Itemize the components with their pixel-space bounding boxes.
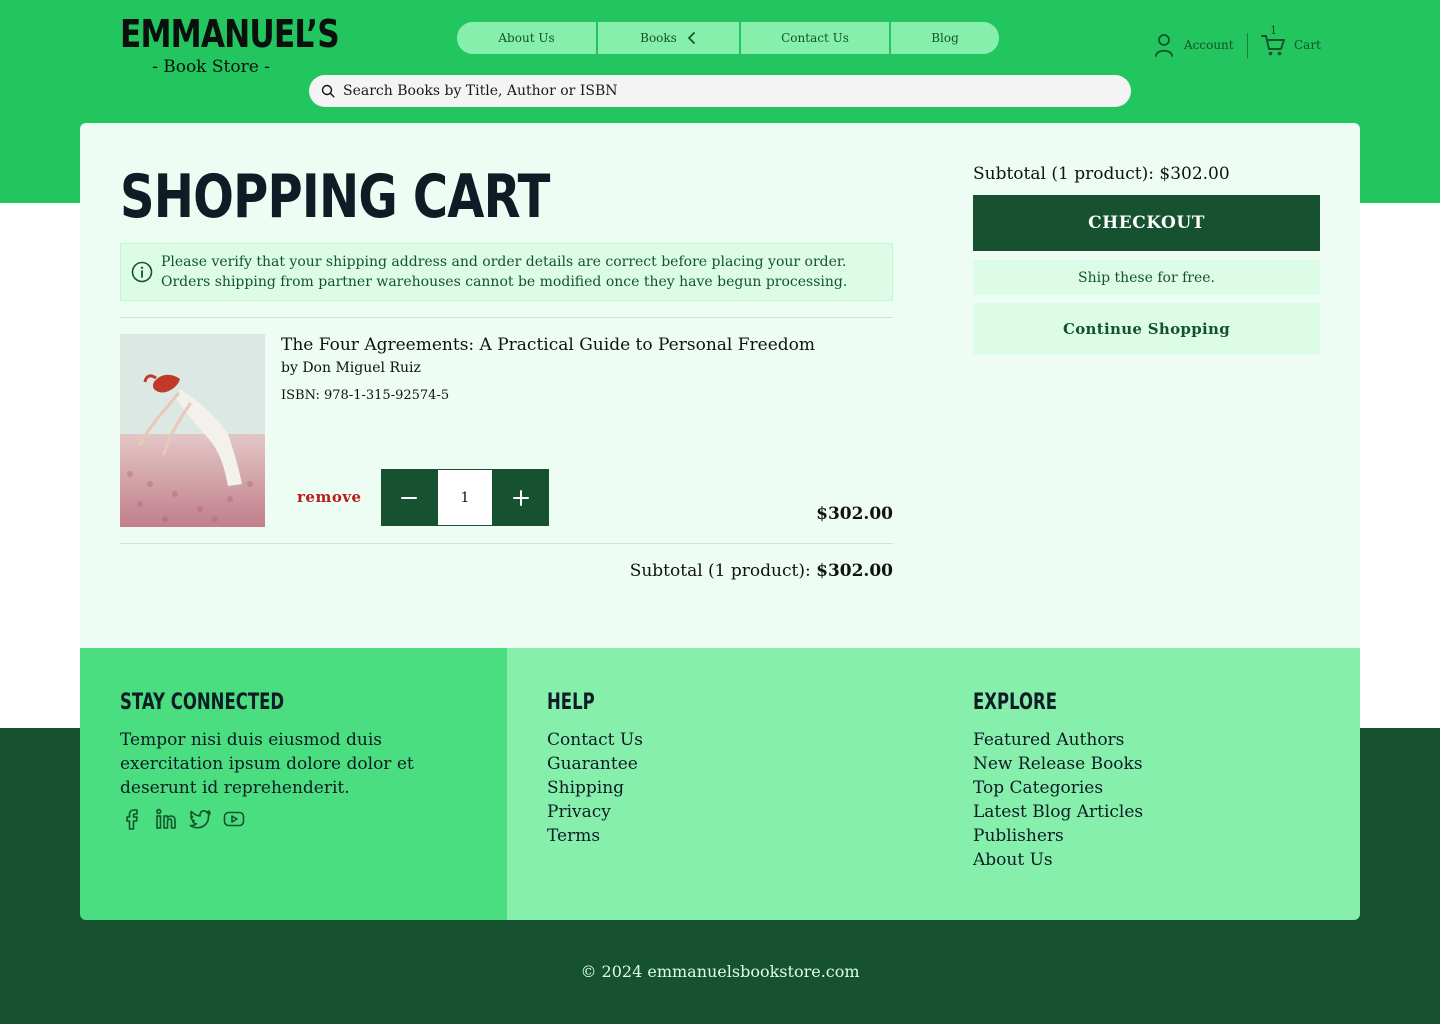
divider xyxy=(120,543,893,544)
cart-link[interactable]: Cart xyxy=(1260,33,1321,57)
footer-link-privacy[interactable]: Privacy xyxy=(547,800,643,824)
order-notice: Please verify that your shipping address… xyxy=(120,243,893,301)
nav-about-us-label: About Us xyxy=(498,31,555,45)
nav-about-us[interactable]: About Us xyxy=(457,22,598,54)
twitter-icon[interactable] xyxy=(188,807,212,831)
footer-link-top-categories[interactable]: Top Categories xyxy=(973,776,1143,800)
nav-blog-label: Blog xyxy=(931,31,959,45)
continue-shopping-button[interactable]: Continue Shopping xyxy=(973,303,1320,355)
youtube-icon[interactable] xyxy=(222,807,246,831)
item-price: $302.00 xyxy=(816,504,893,524)
chevron-left-icon xyxy=(687,32,695,44)
footer-link-about-us[interactable]: About Us xyxy=(973,848,1143,872)
notice-line-2: Orders shipping from partner warehouses … xyxy=(161,274,848,290)
page-title: Shopping Cart xyxy=(120,162,550,232)
footer-link-latest-blog-articles[interactable]: Latest Blog Articles xyxy=(973,800,1143,824)
footer-link-guarantee[interactable]: Guarantee xyxy=(547,752,643,776)
quantity-stepper xyxy=(381,469,549,526)
product-author: by Don Miguel Ruiz xyxy=(281,360,421,376)
footer-explore-links: Featured Authors New Release Books Top C… xyxy=(973,728,1143,872)
cart-icon xyxy=(1261,35,1285,56)
cart-subtotal-label: Subtotal (1 product): xyxy=(629,561,811,581)
notice-line-1: Please verify that your shipping address… xyxy=(161,254,847,270)
cart-subtotal-value: $302.00 xyxy=(816,561,893,581)
nav-contact-us-label: Contact Us xyxy=(781,31,849,45)
info-icon xyxy=(131,261,153,283)
logo-subtitle: - Book Store - xyxy=(152,57,270,77)
logo-title: EMMANUEL’S xyxy=(119,12,340,56)
footer-link-publishers[interactable]: Publishers xyxy=(973,824,1143,848)
footer-link-terms[interactable]: Terms xyxy=(547,824,643,848)
plus-icon xyxy=(513,489,529,506)
footer-link-new-release-books[interactable]: New Release Books xyxy=(973,752,1143,776)
book-cover-image[interactable] xyxy=(120,334,265,527)
book-cover-art xyxy=(120,334,265,527)
nav-books-label: Books xyxy=(640,31,677,45)
footer-link-featured-authors[interactable]: Featured Authors xyxy=(973,728,1143,752)
search-bar xyxy=(309,75,1131,107)
account-link[interactable]: Account xyxy=(1154,33,1234,57)
product-isbn: ISBN: 978-1-315-92574-5 xyxy=(281,388,450,403)
notice-text: Please verify that your shipping address… xyxy=(161,252,847,292)
nav-books[interactable]: Books xyxy=(598,22,741,54)
user-icon xyxy=(1155,34,1173,57)
summary-subtotal: Subtotal (1 product): $302.00 xyxy=(973,164,1230,184)
search-input[interactable] xyxy=(343,83,1103,99)
remove-item-button[interactable]: remove xyxy=(297,488,362,506)
free-shipping-note: Ship these for free. xyxy=(973,260,1320,295)
nav-contact-us[interactable]: Contact Us xyxy=(741,22,891,54)
header-divider xyxy=(1247,33,1248,58)
footer-stay-connected-text: Tempor nisi duis eiusmod duis exercitati… xyxy=(120,730,414,798)
checkout-button[interactable]: CHECKOUT xyxy=(973,195,1320,251)
social-links xyxy=(120,807,246,831)
footer-heading-explore: EXPLORE xyxy=(973,690,1058,715)
store-logo[interactable]: EMMANUEL’S - Book Store - xyxy=(119,12,340,77)
copyright-text: © 2024 emmanuelsbookstore.com xyxy=(580,962,860,981)
footer-link-contact-us[interactable]: Contact Us xyxy=(547,728,643,752)
linkedin-icon[interactable] xyxy=(154,807,178,831)
facebook-icon[interactable] xyxy=(120,807,144,831)
footer-link-shipping[interactable]: Shipping xyxy=(547,776,643,800)
cart-label: Cart xyxy=(1294,38,1321,52)
product-title[interactable]: The Four Agreements: A Practical Guide t… xyxy=(281,335,815,355)
footer-help-links: Contact Us Guarantee Shipping Privacy Te… xyxy=(547,728,643,848)
main-nav: About Us Books Contact Us Blog xyxy=(457,22,999,54)
footer-heading-help: HELP xyxy=(547,690,595,715)
footer-heading-stay-connected: STAY CONNECTED xyxy=(120,690,285,715)
quantity-input[interactable] xyxy=(437,469,493,526)
increase-quantity-button[interactable] xyxy=(493,469,549,526)
divider xyxy=(120,317,893,318)
cart-subtotal: Subtotal (1 product): $302.00 xyxy=(630,561,893,581)
account-label: Account xyxy=(1184,38,1234,52)
decrease-quantity-button[interactable] xyxy=(381,469,437,526)
minus-icon xyxy=(401,496,417,499)
nav-blog[interactable]: Blog xyxy=(891,22,999,54)
search-icon[interactable] xyxy=(321,84,335,98)
